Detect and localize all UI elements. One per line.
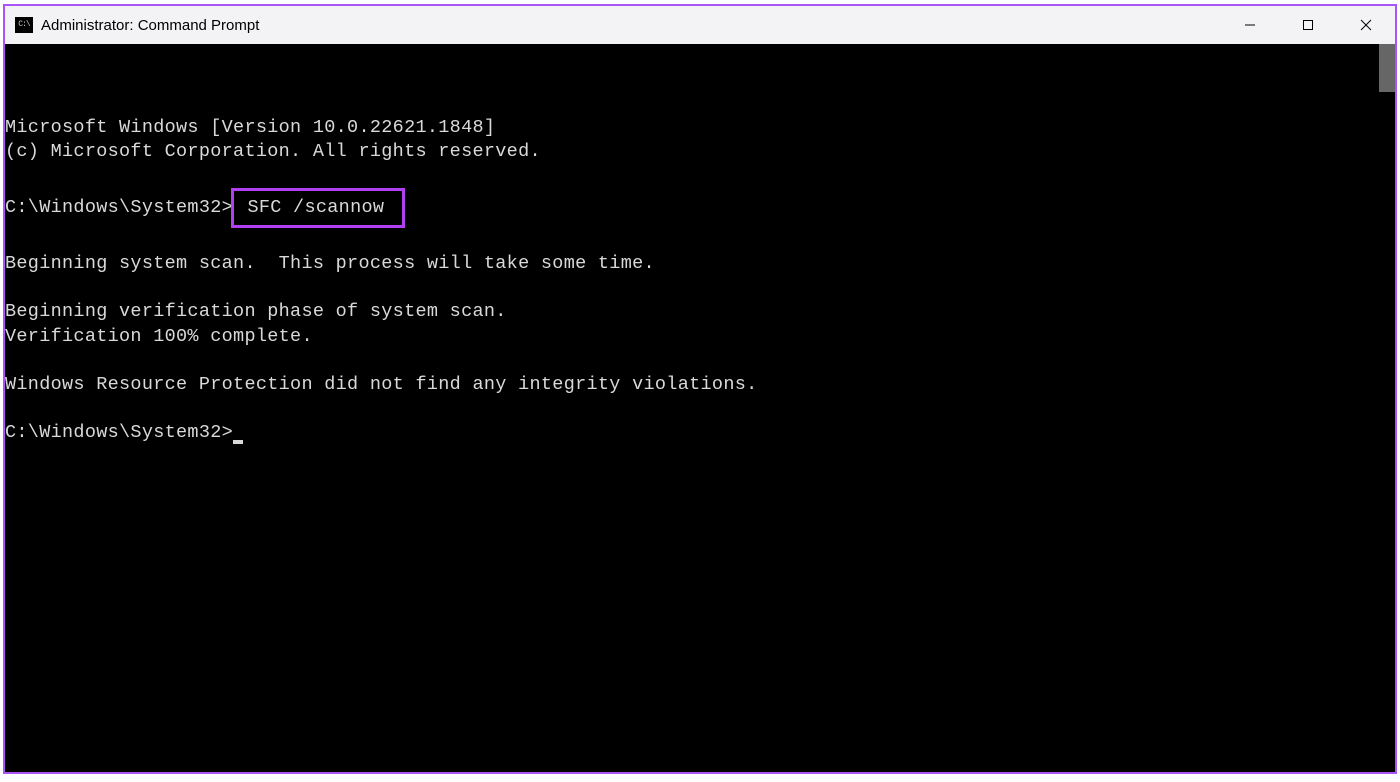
scrollbar-thumb[interactable] <box>1379 44 1395 92</box>
command-highlight: SFC /scannow <box>231 188 405 228</box>
window-title: Administrator: Command Prompt <box>41 17 1221 34</box>
window-controls <box>1221 6 1395 44</box>
scan-begin-line: Beginning system scan. This process will… <box>5 253 655 274</box>
close-button[interactable] <box>1337 6 1395 44</box>
sfc-command: SFC /scannow <box>247 197 384 218</box>
cmd-icon: C:\ <box>15 17 33 33</box>
prompt-path-2: C:\Windows\System32> <box>5 422 233 443</box>
copyright-line: (c) Microsoft Corporation. All rights re… <box>5 141 541 162</box>
cursor <box>233 440 243 444</box>
prompt-path: C:\Windows\System32> <box>5 197 233 218</box>
titlebar[interactable]: C:\ Administrator: Command Prompt <box>5 6 1395 44</box>
verification-phase-line: Beginning verification phase of system s… <box>5 301 507 322</box>
terminal-area[interactable]: Microsoft Windows [Version 10.0.22621.18… <box>5 44 1395 772</box>
result-line: Windows Resource Protection did not find… <box>5 374 758 395</box>
minimize-button[interactable] <box>1221 6 1279 44</box>
verification-complete-line: Verification 100% complete. <box>5 326 313 347</box>
maximize-button[interactable] <box>1279 6 1337 44</box>
command-prompt-window: C:\ Administrator: Command Prompt Micros… <box>3 4 1397 774</box>
version-line: Microsoft Windows [Version 10.0.22621.18… <box>5 117 495 138</box>
terminal-output: Microsoft Windows [Version 10.0.22621.18… <box>5 116 1395 445</box>
